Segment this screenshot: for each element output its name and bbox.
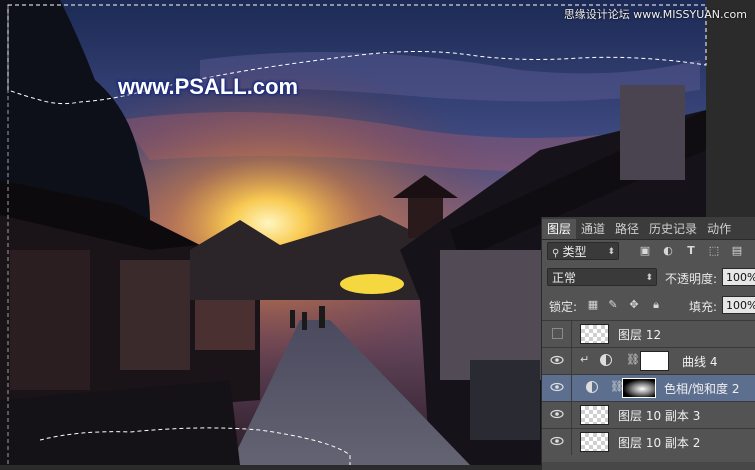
tab-paths[interactable]: 路径 <box>610 219 644 239</box>
blend-mode-value: 正常 <box>552 271 577 285</box>
lock-all-icon[interactable]: 🔒︎ <box>649 298 663 311</box>
site-watermark: www.PSALL.com <box>118 74 299 99</box>
hue-saturation-adjustment-icon <box>586 381 598 393</box>
eye-icon[interactable] <box>550 381 564 393</box>
filter-kind-select[interactable]: ⚲ 类型 ⬍ <box>547 242 619 260</box>
lock-brush-icon[interactable]: ✎ <box>606 298 620 311</box>
opacity-input[interactable]: 100% <box>722 268 755 286</box>
layer-thumbnail <box>580 324 609 344</box>
panel-footer <box>542 462 755 470</box>
visibility-toggle-off[interactable] <box>552 328 563 339</box>
eye-icon[interactable] <box>550 354 564 366</box>
lock-transparent-icon[interactable]: ▦ <box>586 298 600 311</box>
layer-row[interactable]: ↵ ⛓ 曲线 4 <box>542 347 755 374</box>
chevron-down-icon: ⬍ <box>607 247 615 257</box>
layer-mask-thumbnail[interactable] <box>622 378 656 398</box>
lock-label: 锁定: <box>549 300 578 314</box>
tab-history[interactable]: 历史记录 <box>644 219 702 239</box>
layer-thumbnail <box>580 432 609 452</box>
divider <box>571 429 572 455</box>
fill-input[interactable]: 100% <box>722 296 755 314</box>
layer-row[interactable]: 图层 10 副本 2 <box>542 428 755 455</box>
layer-mask-thumbnail[interactable] <box>640 351 669 371</box>
tab-layers[interactable]: 图层 <box>542 219 577 239</box>
layer-row[interactable]: 图层 10 副本 3 <box>542 401 755 428</box>
lock-row: 锁定: ▦ ✎ ✥ 🔒︎ 填充: 100% <box>542 295 755 317</box>
curves-adjustment-icon <box>600 354 612 366</box>
layer-name: 图层 10 副本 3 <box>618 409 701 423</box>
link-icon[interactable]: ⛓ <box>626 353 640 366</box>
layer-name: 图层 10 副本 2 <box>618 436 701 450</box>
divider <box>571 321 572 347</box>
opacity-label: 不透明度: <box>665 272 718 286</box>
search-icon: ⚲ <box>552 248 563 259</box>
chevron-down-icon: ⬍ <box>645 273 653 283</box>
divider <box>571 402 572 428</box>
layer-thumbnail <box>580 405 609 425</box>
layer-row-selected[interactable]: ⛓ 色相/饱和度 2 <box>542 374 755 401</box>
type-filter-icon[interactable]: T <box>684 244 698 257</box>
clipping-mask-icon: ↵ <box>580 353 590 366</box>
layers-panel: 图层 通道 路径 历史记录 动作 ⚲ 类型 ⬍ ▣ ◐ T ⬚ ▤ 正常 ⬍ 不… <box>541 217 755 470</box>
divider <box>571 375 572 401</box>
smart-object-filter-icon[interactable]: ▤ <box>730 244 744 257</box>
blend-mode-select[interactable]: 正常 ⬍ <box>547 268 657 286</box>
filter-kind-value: 类型 <box>562 245 587 259</box>
layer-name: 曲线 4 <box>682 355 718 369</box>
filter-row: ⚲ 类型 ⬍ ▣ ◐ T ⬚ ▤ <box>542 241 755 263</box>
divider <box>571 348 572 374</box>
blend-row: 正常 ⬍ 不透明度: 100% <box>542 267 755 289</box>
tab-channels[interactable]: 通道 <box>576 219 610 239</box>
eye-icon[interactable] <box>550 408 564 420</box>
layer-name: 色相/饱和度 2 <box>664 382 740 396</box>
forum-watermark: 思缘设计论坛 www.MISSYUAN.com <box>563 8 747 21</box>
shape-filter-icon[interactable]: ⬚ <box>707 244 721 257</box>
layer-name: 图层 12 <box>618 328 662 342</box>
lock-move-icon[interactable]: ✥ <box>627 298 641 311</box>
adjustment-filter-icon[interactable]: ◐ <box>661 244 675 257</box>
tab-actions[interactable]: 动作 <box>702 219 736 239</box>
fill-label: 填充: <box>689 300 718 314</box>
pixel-filter-icon[interactable]: ▣ <box>638 244 652 257</box>
panel-tabs: 图层 通道 路径 历史记录 动作 <box>542 217 755 240</box>
layer-row[interactable]: 图层 12 <box>542 320 755 347</box>
eye-icon[interactable] <box>550 435 564 447</box>
